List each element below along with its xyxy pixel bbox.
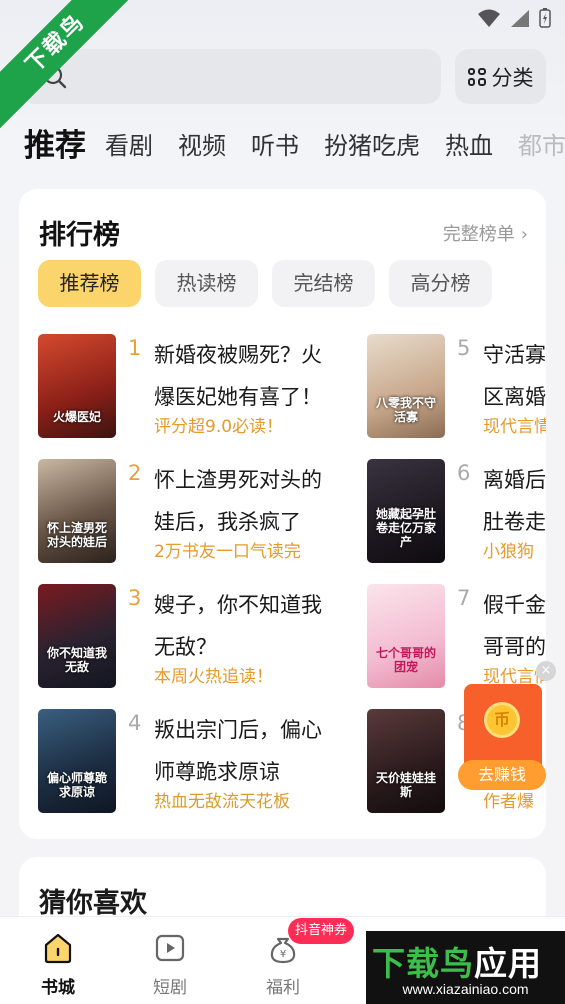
ranking-tabs: 推荐榜 热读榜 完结榜 高分榜 (38, 260, 492, 307)
tab-urban[interactable]: 都市 (518, 122, 565, 170)
cover-title: 你不知道我无敌 (46, 646, 107, 674)
rank-number: 3 (128, 586, 142, 610)
cover-title: 火爆医妃 (52, 410, 101, 424)
rank-number: 4 (128, 711, 142, 735)
category-label: 分类 (491, 65, 534, 90)
chevron-right-icon: › (520, 224, 528, 245)
book-cover: 天价娃娃挂斯 (367, 709, 445, 813)
watermark-brand-white: 应用 (474, 944, 542, 983)
book-cover: 你不知道我无敌 (38, 584, 116, 688)
book-item[interactable]: 你不知道我无敌 3 嫂子，你不知道我无敌？ 本周火热追读！ (38, 584, 348, 688)
rank-number: 7 (457, 586, 471, 610)
play-icon (155, 934, 185, 962)
book-item[interactable]: 她藏起孕肚卷走亿万家产 6 离婚后肚卷走 小狼狗 (367, 459, 546, 563)
book-cover: 火爆医妃 (38, 334, 116, 438)
book-tag: 现代言情 (483, 417, 546, 437)
watermark-logo: 下载鸟应用 www.xiazainiao.com (366, 931, 565, 1004)
book-cover: 她藏起孕肚卷走亿万家产 (367, 459, 445, 563)
cover-title: 她藏起孕肚卷走亿万家产 (375, 507, 436, 549)
category-button[interactable]: 分类 (455, 49, 546, 104)
book-tag: 本周火热追读！ (154, 667, 273, 687)
watermark-url: www.xiazainiao.com (402, 981, 529, 997)
watermark-brand-green: 下载鸟 (372, 944, 474, 983)
book-title: 怀上渣男死对头的娃后，我杀疯了 (154, 468, 322, 534)
book-title: 嫂子，你不知道我无敌？ (154, 593, 322, 659)
book-tag: 2万书友一口气读完 (154, 542, 301, 562)
book-item[interactable]: 怀上渣男死对头的娃后 2 怀上渣男死对头的娃后，我杀疯了 2万书友一口气读完 (38, 459, 348, 563)
nav-short-drama-label: 短剧 (153, 978, 187, 998)
nav-short-drama[interactable]: 短剧 (130, 931, 210, 998)
book-title: 守活寡区离婚 (483, 343, 546, 409)
book-title: 假千金哥哥的 (483, 593, 546, 659)
watermark-ribbon: 下载鸟 (0, 0, 130, 130)
earn-widget[interactable]: 币 去赚钱 (458, 684, 546, 790)
book-title: 离婚后肚卷走 (483, 468, 546, 534)
book-item[interactable]: 偏心师尊跪求原谅 4 叛出宗门后，偏心师尊跪求原谅 热血无敌流天花板 (38, 709, 348, 813)
book-item[interactable]: 火爆医妃 1 新婚夜被赐死？火爆医妃她有喜了！ 评分超9.0必读！ (38, 334, 348, 438)
full-list-label: 完整榜单 (442, 224, 515, 245)
book-cover: 偏心师尊跪求原谅 (38, 709, 116, 813)
rank-tab-score[interactable]: 高分榜 (389, 260, 492, 307)
book-cover: 怀上渣男死对头的娃后 (38, 459, 116, 563)
guess-title: 猜你喜欢 (39, 888, 147, 919)
tab-hotblood[interactable]: 热血 (445, 122, 493, 170)
wifi-icon (478, 9, 500, 27)
coin-icon: 币 (484, 702, 520, 738)
earn-close-button[interactable]: × (536, 661, 556, 681)
book-tag: 小狼狗 (483, 542, 534, 562)
full-list-link[interactable]: 完整榜单 › (443, 220, 528, 246)
nav-bookstore[interactable]: 书城 (18, 931, 98, 998)
book-title: 新婚夜被赐死？火爆医妃她有喜了！ (154, 343, 322, 409)
rank-tab-recommend[interactable]: 推荐榜 (38, 260, 141, 307)
rank-number: 5 (457, 336, 471, 360)
svg-text:¥: ¥ (280, 949, 286, 960)
rank-number: 2 (128, 461, 142, 485)
nav-bookstore-label: 书城 (41, 978, 75, 998)
book-tag: 热血无敌流天花板 (154, 792, 290, 812)
rank-number: 1 (128, 336, 142, 360)
watermark-ribbon-text: 下载鸟 (0, 0, 130, 129)
battery-icon (539, 8, 551, 28)
book-tag: 作者爆 (483, 792, 534, 812)
book-title: 叛出宗门后，偏心师尊跪求原谅 (154, 718, 322, 784)
rank-number: 6 (457, 461, 471, 485)
cover-title: 八零我不守活寡 (375, 396, 436, 424)
home-icon (44, 933, 72, 964)
rank-tab-finished[interactable]: 完结榜 (272, 260, 375, 307)
cover-title: 怀上渣男死对头的娃后 (46, 521, 107, 549)
book-item[interactable]: 七个哥哥的团宠 7 假千金哥哥的 现代言情 (367, 584, 546, 688)
book-tag: 评分超9.0必读！ (154, 417, 284, 437)
tab-underdog[interactable]: 扮猪吃虎 (324, 122, 420, 170)
cover-title: 天价娃娃挂斯 (375, 771, 436, 799)
tab-audiobook[interactable]: 听书 (251, 122, 299, 170)
book-cover: 七个哥哥的团宠 (367, 584, 445, 688)
cover-title: 七个哥哥的团宠 (375, 646, 436, 674)
tab-video[interactable]: 视频 (178, 122, 226, 170)
book-cover: 八零我不守活寡 (367, 334, 445, 438)
rank-tab-hot[interactable]: 热读榜 (155, 260, 258, 307)
earn-label: 去赚钱 (458, 760, 546, 790)
book-item[interactable]: 八零我不守活寡 5 守活寡区离婚 现代言情 (367, 334, 546, 438)
cover-title: 偏心师尊跪求原谅 (46, 771, 107, 799)
signal-icon (511, 10, 529, 27)
ranking-title: 排行榜 (39, 220, 120, 251)
grid-icon (467, 67, 486, 86)
promo-badge: 抖音神券 (288, 918, 354, 944)
nav-welfare-label: 福利 (266, 978, 300, 998)
